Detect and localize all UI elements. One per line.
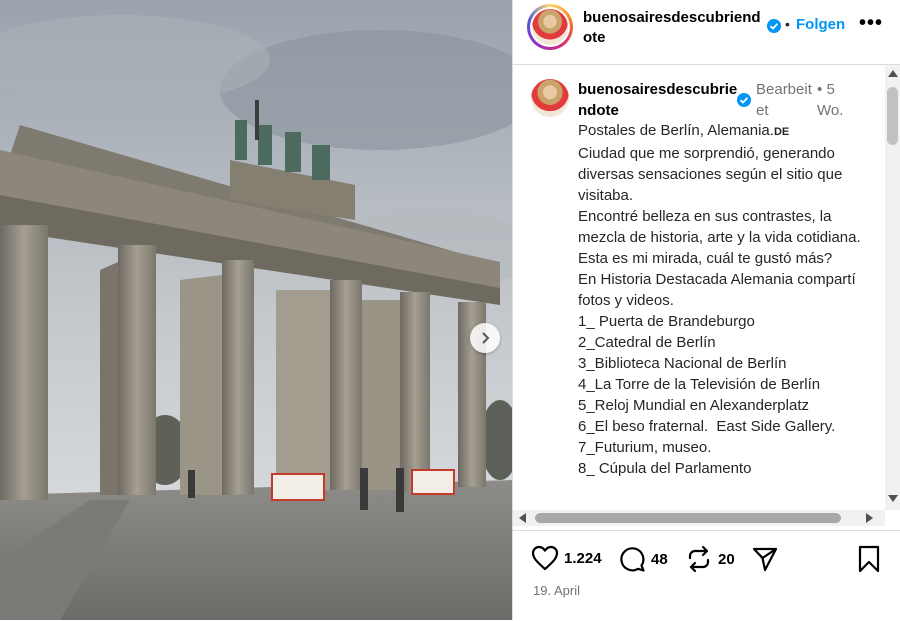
- scroll-thumb[interactable]: [887, 87, 898, 145]
- scroll-thumb[interactable]: [535, 513, 841, 523]
- post-header: buenosairesdescubriendote • Folgen •••: [513, 0, 900, 65]
- separator-dot: •: [785, 16, 790, 32]
- next-image-button[interactable]: [470, 323, 500, 353]
- repost-button[interactable]: 20: [685, 545, 735, 573]
- caption-line: Encontré belleza en sus contrastes, la m…: [578, 208, 861, 246]
- save-button[interactable]: [857, 545, 881, 573]
- post-date[interactable]: 19. April: [533, 583, 580, 598]
- paper-plane-icon: [752, 547, 778, 572]
- like-count[interactable]: 1.224: [564, 550, 602, 567]
- comment-count: 48: [651, 550, 668, 568]
- author-avatar[interactable]: [527, 4, 573, 50]
- verified-badge-icon: [737, 93, 751, 107]
- vertical-scrollbar[interactable]: [885, 65, 900, 510]
- caption-username[interactable]: buenosairesdescubriendote: [578, 79, 738, 121]
- de-flag-icon: DE: [773, 126, 790, 138]
- caption-line: Ciudad que me sorprendió, generando dive…: [578, 145, 847, 204]
- author-username[interactable]: buenosairesdescubriendote: [583, 8, 768, 48]
- brandenburg-gate-image: [0, 0, 512, 620]
- caption-area[interactable]: buenosairesdescubriendote Bearbeitet • 5…: [513, 65, 885, 510]
- follow-button[interactable]: Folgen: [796, 16, 845, 33]
- caption-line: En Historia Destacada Alemania compartí …: [578, 271, 860, 309]
- post-photo[interactable]: [0, 0, 512, 620]
- repost-icon: [688, 545, 710, 573]
- chevron-right-icon: [482, 332, 490, 344]
- post-age[interactable]: • 5 Wo.: [817, 79, 863, 121]
- share-button[interactable]: [751, 545, 779, 573]
- edited-label: Bearbeitet: [756, 81, 812, 119]
- caption-line: Postales de Berlín, Alemania.DE: [578, 122, 790, 139]
- scroll-up-icon[interactable]: [888, 70, 898, 77]
- post-side-panel: buenosairesdescubriendote • Folgen ••• b…: [512, 0, 900, 620]
- scroll-down-icon[interactable]: [888, 495, 898, 502]
- scroll-right-icon[interactable]: [866, 513, 873, 523]
- bookmark-icon: [858, 545, 880, 573]
- horizontal-scrollbar[interactable]: [513, 510, 885, 526]
- like-button[interactable]: 1.224: [531, 545, 602, 571]
- caption-list-item: 2_Catedral de Berlín: [578, 334, 716, 351]
- caption-text: Postales de Berlín, Alemania.DE Ciudad q…: [578, 120, 868, 479]
- action-bar: 1.224 48 20 19. April: [513, 530, 900, 621]
- caption-list-item: 4_La Torre de la Televisión de Berlín: [578, 376, 821, 393]
- more-options-icon[interactable]: •••: [859, 13, 883, 33]
- caption-list-item: 6_El beso fraternal. East Side Gallery.: [578, 418, 836, 435]
- repost-count: 20: [718, 550, 735, 568]
- caption-line: Esta es mi mirada, cuál te gustó más?: [578, 250, 833, 267]
- caption-list-item: 7_Futurium, museo.: [578, 439, 712, 456]
- heart-icon: [531, 545, 559, 571]
- caption-list-item: 8_ Cúpula del Parlamento: [578, 460, 752, 477]
- caption-list-item: 1_ Puerta de Brandeburgo: [578, 313, 755, 330]
- comment-bubble-icon: [620, 547, 645, 572]
- caption-list-item: 5_Reloj Mundial en Alexanderplatz: [578, 397, 809, 414]
- scroll-left-icon[interactable]: [519, 513, 526, 523]
- comment-button[interactable]: 48: [618, 545, 668, 573]
- caption-list-item: 3_Biblioteca Nacional de Berlín: [578, 355, 787, 372]
- caption-avatar[interactable]: [531, 79, 569, 117]
- verified-badge-icon: [767, 19, 781, 33]
